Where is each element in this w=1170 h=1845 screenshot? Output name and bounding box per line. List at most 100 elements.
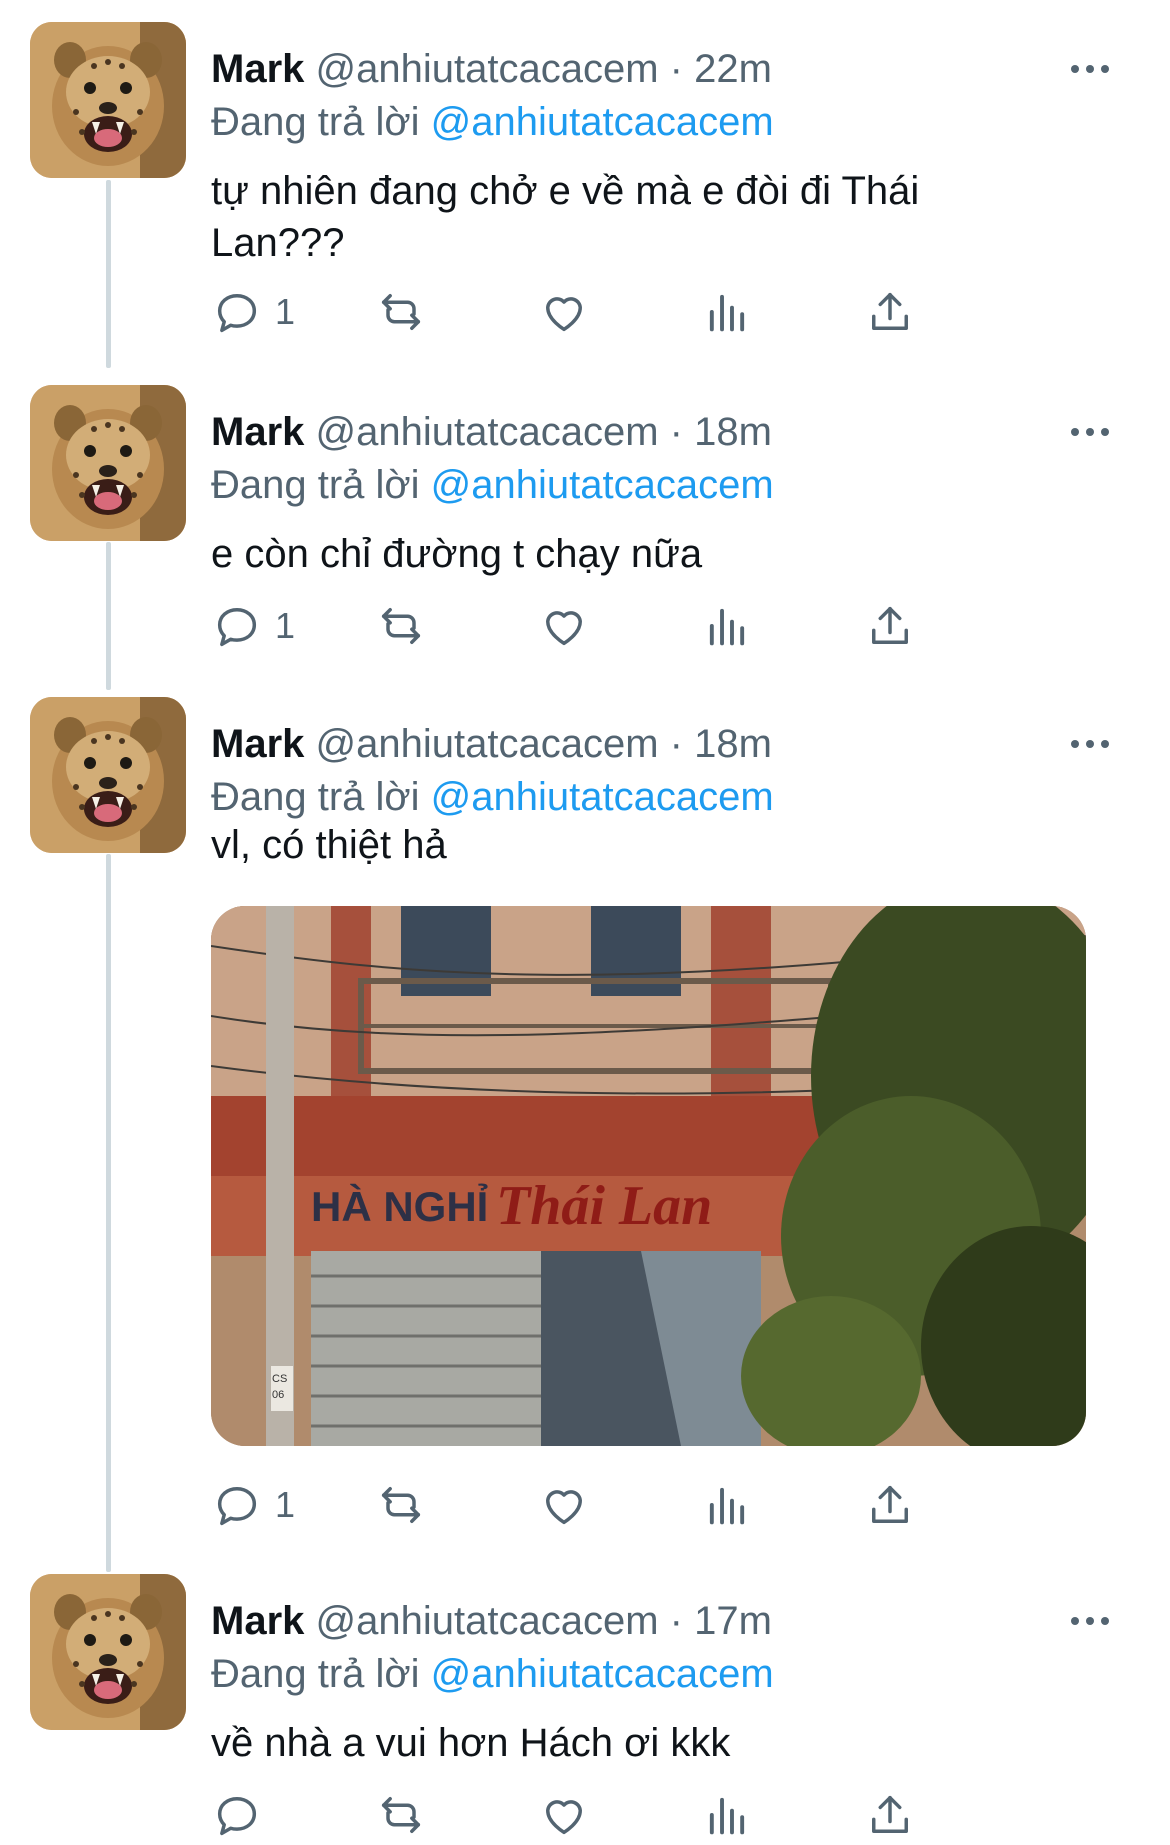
heart-icon	[538, 286, 590, 338]
user-handle[interactable]: @anhiutatcacacem	[316, 1599, 659, 1643]
avatar[interactable]	[30, 697, 186, 853]
share-icon	[864, 600, 916, 652]
views-button[interactable]	[701, 1475, 753, 1535]
action-bar	[211, 1785, 1041, 1845]
retweet-button[interactable]	[375, 1475, 427, 1535]
action-bar: 1	[211, 596, 1041, 656]
analytics-icon	[701, 1479, 753, 1531]
avatar[interactable]	[30, 22, 186, 178]
share-icon	[864, 286, 916, 338]
retweet-button[interactable]	[375, 282, 427, 342]
reply-button[interactable]: 1	[211, 1475, 295, 1535]
sign-text-right: Thái Lan	[496, 1175, 712, 1237]
retweet-icon	[375, 1789, 427, 1841]
photo-image: HÀ NGHỈ Thái Lan CS 06	[211, 906, 1086, 1446]
avatar-image	[30, 697, 186, 853]
user-handle[interactable]: @anhiutatcacacem	[316, 410, 659, 454]
retweet-button[interactable]	[375, 1785, 427, 1845]
timestamp[interactable]: 18m	[694, 722, 772, 766]
replying-to: Đang trả lời @anhiutatcacacem	[211, 774, 774, 820]
mention-link[interactable]: @anhiutatcacacem	[431, 775, 774, 819]
share-button[interactable]	[864, 1785, 916, 1845]
replying-to: Đang trả lời @anhiutatcacacem	[211, 99, 774, 145]
tweet-header: Mark @anhiutatcacacem · 22m	[211, 46, 1110, 92]
reply-icon	[211, 286, 263, 338]
reply-prefix: Đang trả lời	[211, 1652, 420, 1696]
reply-icon	[211, 600, 263, 652]
timestamp[interactable]: 18m	[694, 410, 772, 454]
reply-button[interactable]	[211, 1785, 275, 1845]
views-button[interactable]	[701, 282, 753, 342]
avatar-image	[30, 1574, 186, 1730]
reply-count: 1	[275, 605, 296, 646]
reply-icon	[211, 1789, 263, 1841]
reply-count: 1	[275, 1484, 296, 1525]
more-icon[interactable]	[1060, 721, 1120, 767]
action-bar: 1	[211, 1475, 1041, 1535]
reply-prefix: Đang trả lời	[211, 463, 420, 507]
reply-button[interactable]: 1	[211, 596, 295, 656]
replying-to: Đang trả lời @anhiutatcacacem	[211, 462, 774, 508]
mention-link[interactable]: @anhiutatcacacem	[431, 1652, 774, 1696]
heart-icon	[538, 1789, 590, 1841]
separator: ·	[669, 47, 683, 91]
avatar-image	[30, 385, 186, 541]
display-name[interactable]: Mark	[211, 1599, 304, 1643]
separator: ·	[669, 410, 683, 454]
thread-line	[106, 180, 111, 368]
tweet-photo[interactable]: HÀ NGHỈ Thái Lan CS 06	[211, 906, 1086, 1446]
plate-text-top: CS	[272, 1373, 287, 1385]
views-button[interactable]	[701, 596, 753, 656]
retweet-icon	[375, 286, 427, 338]
sign-text-left: HÀ NGHỈ	[311, 1182, 489, 1230]
reply-prefix: Đang trả lời	[211, 775, 420, 819]
timestamp[interactable]: 17m	[694, 1599, 772, 1643]
tweet-header: Mark @anhiutatcacacem · 17m	[211, 1598, 1110, 1644]
tweet-text: tự nhiên đang chở e về mà e đòi đi Thái …	[211, 169, 920, 265]
thread-line	[106, 542, 111, 690]
more-icon[interactable]	[1060, 409, 1120, 455]
analytics-icon	[701, 1789, 753, 1841]
avatar[interactable]	[30, 1574, 186, 1730]
tweet-header: Mark @anhiutatcacacem · 18m	[211, 409, 1110, 455]
share-icon	[864, 1789, 916, 1841]
heart-icon	[538, 600, 590, 652]
separator: ·	[669, 722, 683, 766]
reply-count: 1	[275, 291, 296, 332]
tweet-text: về nhà a vui hơn Hách ơi kkk	[211, 1721, 731, 1765]
mention-link[interactable]: @anhiutatcacacem	[431, 463, 774, 507]
display-name[interactable]: Mark	[211, 47, 304, 91]
timestamp[interactable]: 22m	[694, 47, 772, 91]
analytics-icon	[701, 286, 753, 338]
like-button[interactable]	[538, 596, 590, 656]
views-button[interactable]	[701, 1785, 753, 1845]
avatar-image	[30, 22, 186, 178]
more-icon[interactable]	[1060, 1598, 1120, 1644]
analytics-icon	[701, 600, 753, 652]
display-name[interactable]: Mark	[211, 410, 304, 454]
like-button[interactable]	[538, 1785, 590, 1845]
mention-link[interactable]: @anhiutatcacacem	[431, 100, 774, 144]
retweet-icon	[375, 600, 427, 652]
user-handle[interactable]: @anhiutatcacacem	[316, 47, 659, 91]
share-button[interactable]	[864, 596, 916, 656]
retweet-icon	[375, 1479, 427, 1531]
reply-prefix: Đang trả lời	[211, 100, 420, 144]
share-icon	[864, 1479, 916, 1531]
separator: ·	[669, 1599, 683, 1643]
tweet-text: vl, có thiệt hả	[211, 823, 447, 867]
reply-button[interactable]: 1	[211, 282, 295, 342]
thread-line	[106, 854, 111, 1572]
heart-icon	[538, 1479, 590, 1531]
like-button[interactable]	[538, 282, 590, 342]
replying-to: Đang trả lời @anhiutatcacacem	[211, 1651, 774, 1697]
like-button[interactable]	[538, 1475, 590, 1535]
retweet-button[interactable]	[375, 596, 427, 656]
user-handle[interactable]: @anhiutatcacacem	[316, 722, 659, 766]
share-button[interactable]	[864, 1475, 916, 1535]
more-icon[interactable]	[1060, 46, 1120, 92]
share-button[interactable]	[864, 282, 916, 342]
display-name[interactable]: Mark	[211, 722, 304, 766]
tweet-text: e còn chỉ đường t chạy nữa	[211, 532, 703, 576]
avatar[interactable]	[30, 385, 186, 541]
